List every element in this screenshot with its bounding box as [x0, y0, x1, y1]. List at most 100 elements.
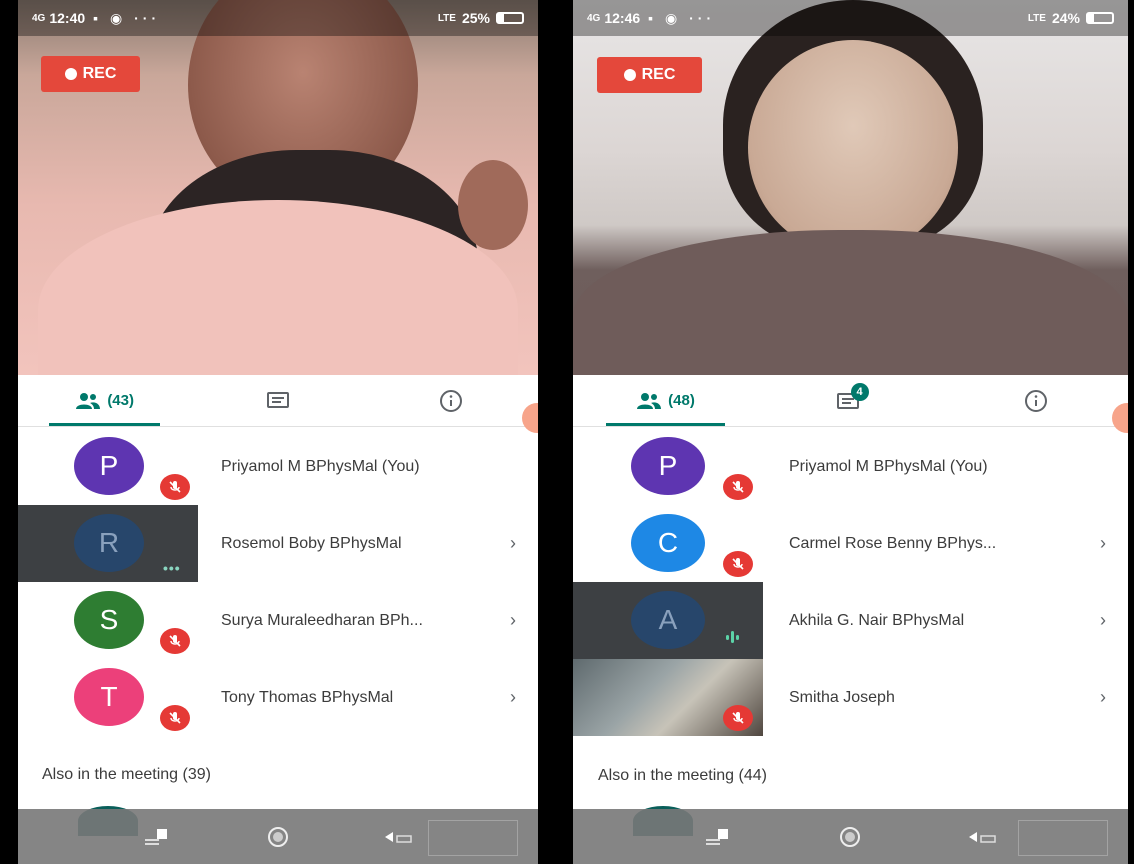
left-phone-screen: 4G 12:40 ▪ ◉ ··· LTE 25% REC (43) P Priy… [18, 0, 538, 864]
mic-off-icon [723, 705, 753, 731]
participant-name: Priyamol M BPhysMal (You) [789, 457, 988, 475]
participant-tile: P [18, 428, 198, 505]
avatar: C [631, 514, 705, 572]
chevron-right-icon[interactable]: › [510, 610, 516, 631]
notification-icons: ▪ ◉ ··· [648, 9, 716, 26]
tab-chat[interactable] [191, 375, 364, 426]
people-icon [76, 392, 101, 409]
menu-icon[interactable] [143, 826, 173, 848]
network-label: LTE [1027, 12, 1046, 24]
status-bar: 4G 12:40 ▪ ◉ ··· LTE 25% [18, 0, 538, 36]
meeting-tabs: (43) [18, 375, 538, 427]
avatar: P [631, 437, 705, 495]
status-time: 12:40 [49, 10, 86, 26]
chevron-right-icon[interactable]: › [1100, 610, 1106, 631]
signal-icon: 4G [32, 12, 46, 24]
mic-off-icon [160, 628, 190, 654]
screenshot-stage: 4G 12:40 ▪ ◉ ··· LTE 25% REC (43) P Priy… [0, 0, 1134, 864]
tab-info[interactable] [943, 375, 1128, 426]
participant-video-thumbnail [573, 659, 763, 736]
android-nav-bar [573, 809, 1128, 864]
mic-off-icon [723, 551, 753, 577]
record-dot-icon [623, 69, 636, 81]
participant-row[interactable]: S Surya Muraleedharan BPh... › [18, 582, 538, 659]
status-bar: 4G 12:46 ▪ ◉ ··· LTE 24% [573, 0, 1128, 36]
back-icon[interactable] [383, 826, 413, 848]
home-icon[interactable] [263, 826, 293, 848]
participant-tile: P [573, 428, 763, 505]
participant-name: Surya Muraleedharan BPh... [221, 611, 423, 629]
participant-tile: T [18, 659, 198, 736]
main-video: 4G 12:46 ▪ ◉ ··· LTE 24% REC [573, 0, 1128, 375]
participant-row[interactable]: Smitha Joseph › [573, 659, 1128, 736]
participant-name: Smitha Joseph [789, 688, 895, 706]
info-icon [1024, 389, 1047, 412]
speaking-indicator-icon [726, 631, 739, 643]
battery-percent: 24% [1051, 10, 1080, 26]
also-in-meeting-label: Also in the meeting (39) [42, 766, 211, 783]
mic-off-icon [160, 705, 190, 731]
battery-icon [1086, 12, 1114, 24]
android-nav-bar [18, 809, 538, 864]
participant-name: Tony Thomas BPhysMal [221, 688, 394, 706]
record-dot-icon [64, 68, 77, 80]
rec-label: REC [82, 65, 117, 82]
signal-icon: 4G [587, 12, 601, 24]
avatar: S [74, 591, 144, 649]
avatar: P [74, 437, 144, 495]
home-icon[interactable] [835, 826, 865, 848]
chevron-right-icon[interactable]: › [510, 687, 516, 708]
chevron-right-icon[interactable]: › [1100, 533, 1106, 554]
rec-label: REC [641, 66, 676, 83]
tab-chat[interactable]: 4 [758, 375, 943, 426]
avatar: R [74, 514, 144, 572]
network-label: LTE [437, 12, 456, 24]
rec-badge: REC [41, 56, 140, 92]
participant-list: P Priyamol M BPhysMal (You) C Carmel Ros… [573, 428, 1128, 736]
battery-icon [496, 12, 524, 24]
participant-row: P Priyamol M BPhysMal (You) [18, 428, 538, 505]
avatar: T [74, 668, 144, 726]
recorder-watermark [1018, 820, 1108, 856]
tab-people[interactable]: (43) [18, 375, 191, 426]
rec-badge: REC [597, 57, 702, 93]
tab-info[interactable] [365, 375, 538, 426]
meeting-tabs: (48) 4 [573, 375, 1128, 427]
back-icon[interactable] [967, 826, 997, 848]
participant-tile: R ••• [18, 505, 198, 582]
participant-row[interactable]: A Akhila G. Nair BPhysMal › [573, 582, 1128, 659]
participant-name: Priyamol M BPhysMal (You) [221, 457, 420, 475]
participant-list: P Priyamol M BPhysMal (You) R ••• Rosemo… [18, 428, 538, 736]
tab-people[interactable]: (48) [573, 375, 758, 426]
main-video: 4G 12:40 ▪ ◉ ··· LTE 25% REC [18, 0, 538, 375]
participant-row[interactable]: T Tony Thomas BPhysMal › [18, 659, 538, 736]
chevron-right-icon[interactable]: › [510, 533, 516, 554]
chat-badge: 4 [850, 383, 869, 401]
participant-name: Carmel Rose Benny BPhys... [789, 534, 997, 552]
participant-tile: A [573, 582, 763, 659]
also-in-meeting-label: Also in the meeting (44) [598, 767, 767, 784]
chat-icon [266, 391, 289, 408]
battery-percent: 25% [461, 10, 490, 26]
notification-icons: ▪ ◉ ··· [93, 9, 161, 26]
participant-row[interactable]: R ••• Rosemol Boby BPhysMal › [18, 505, 538, 582]
status-time: 12:46 [604, 10, 641, 26]
participant-row[interactable]: C Carmel Rose Benny BPhys... › [573, 505, 1128, 582]
more-options-icon[interactable]: ••• [163, 560, 181, 576]
participant-name: Rosemol Boby BPhysMal [221, 534, 402, 552]
chevron-right-icon[interactable]: › [1100, 687, 1106, 708]
mic-off-icon [723, 474, 753, 500]
participant-name: Akhila G. Nair BPhysMal [789, 611, 965, 629]
recorder-watermark [428, 820, 518, 856]
mic-off-icon [160, 474, 190, 500]
participant-row: P Priyamol M BPhysMal (You) [573, 428, 1128, 505]
participant-tile: C [573, 505, 763, 582]
menu-icon[interactable] [704, 826, 734, 848]
people-icon [637, 392, 662, 409]
people-count: (43) [107, 392, 134, 409]
people-count: (48) [668, 392, 695, 409]
right-phone-screen: 4G 12:46 ▪ ◉ ··· LTE 24% REC (48) 4 P Pr… [573, 0, 1128, 864]
participant-tile: S [18, 582, 198, 659]
avatar: A [631, 591, 705, 649]
info-icon [440, 389, 463, 412]
